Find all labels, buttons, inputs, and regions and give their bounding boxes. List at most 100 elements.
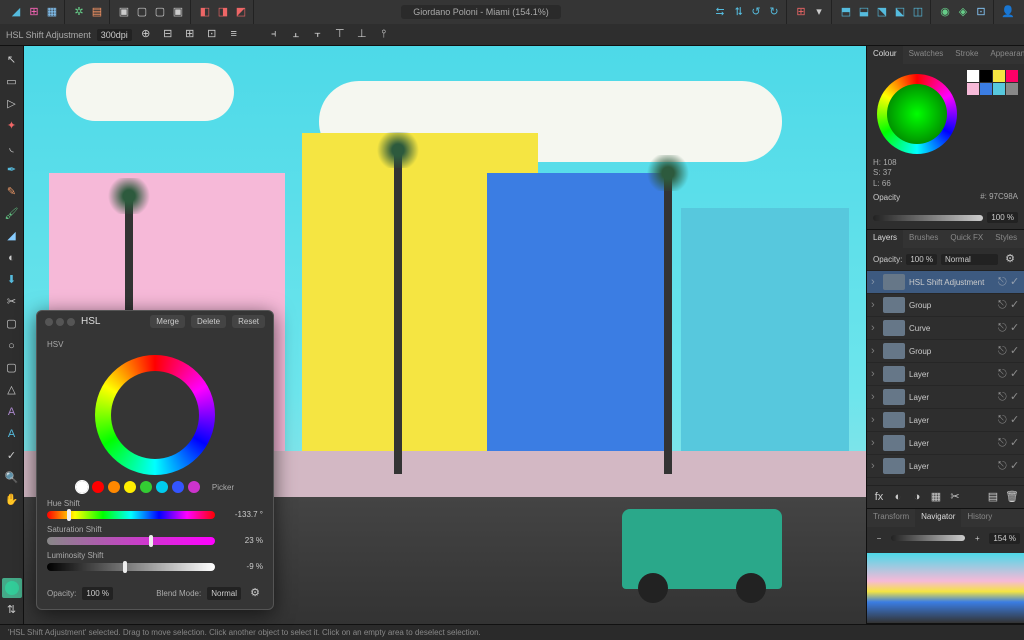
ctx-icon-2[interactable]: ⊟ [160,27,176,43]
lock-icon[interactable]: ⎋ [998,415,1008,425]
layer-delete-icon[interactable]: 🗑 [1004,489,1020,505]
swatch[interactable] [1006,83,1018,95]
chevron-right-icon[interactable]: › [871,415,879,426]
hsl-wheel[interactable] [95,355,215,475]
layer-row[interactable]: › Layer ⎋ ✓ [867,386,1024,409]
swatch[interactable] [980,70,992,82]
swatch[interactable] [967,70,979,82]
account-icon[interactable]: 👤 [1000,4,1016,20]
swatch[interactable] [993,83,1005,95]
move-tool[interactable]: ↖ [2,50,22,70]
layer-adjust-icon[interactable]: ◐ [890,489,906,505]
boolean-add-icon[interactable]: ⬒ [838,4,854,20]
lock-icon[interactable]: ⎋ [998,300,1008,310]
layer-row[interactable]: › HSL Shift Adjustment ⎋ ✓ [867,271,1024,294]
boolean-sub-icon[interactable]: ⬓ [856,4,872,20]
arrange-back-icon[interactable]: ▣ [116,4,132,20]
window-traffic-lights[interactable] [45,318,75,326]
layer-row[interactable]: › Layer ⎋ ✓ [867,409,1024,432]
prefs-icon[interactable]: ✲ [71,4,87,20]
tab-styles[interactable]: Styles [989,230,1023,248]
colour-well[interactable] [2,578,22,598]
swap-colours-icon[interactable]: ⇅ [2,600,22,620]
document-title[interactable]: Giordano Poloni - Miami (154.1%) [401,5,561,19]
ctx-align-1[interactable]: ⫞ [266,27,282,43]
boolean-xor-icon[interactable]: ⬕ [892,4,908,20]
hue-range-dot[interactable] [92,481,104,493]
tab-transform[interactable]: Transform [867,509,915,527]
align-center-icon[interactable]: ◨ [215,4,231,20]
fill-tool[interactable]: ◢ [2,226,22,246]
shape-polygon-tool[interactable]: △ [2,380,22,400]
opacity-value[interactable]: 100 % [987,212,1018,223]
persona-designer-icon[interactable]: ⊞ [26,4,42,20]
tab-colour[interactable]: Colour [867,46,903,64]
pen-tool[interactable]: ✒ [2,160,22,180]
place-tool[interactable]: ⬇ [2,270,22,290]
hue-slider[interactable] [47,511,215,519]
tab-swatches[interactable]: Swatches [903,46,950,64]
tab-layers[interactable]: Layers [867,230,903,248]
hue-range-dot[interactable] [76,481,88,493]
visibility-icon[interactable]: ✓ [1010,392,1020,402]
popup-opacity-value[interactable]: 100 % [82,587,113,600]
ctx-align-3[interactable]: ⫟ [310,27,326,43]
visibility-icon[interactable]: ✓ [1010,323,1020,333]
ctx-icon-1[interactable]: ⊕ [138,27,154,43]
ctx-align-6[interactable]: ⫯ [376,27,392,43]
app-logo-icon[interactable]: ◢ [8,4,24,20]
tab-appearance[interactable]: Appearance [984,46,1024,64]
swatch[interactable] [980,83,992,95]
hue-range-dot[interactable] [172,481,184,493]
hue-range-dot[interactable] [124,481,136,493]
layer-row[interactable]: › Layer ⎋ ✓ [867,455,1024,478]
visibility-icon[interactable]: ✓ [1010,438,1020,448]
gear-icon[interactable]: ⚙ [1002,251,1018,267]
opacity-slider[interactable] [873,215,983,221]
arrange-backward-icon[interactable]: ▢ [134,4,150,20]
swatch[interactable] [967,83,979,95]
chevron-right-icon[interactable]: › [871,392,879,403]
swatch[interactable] [1006,70,1018,82]
layer-row[interactable]: › Layer ⎋ ✓ [867,363,1024,386]
lum-slider[interactable] [47,563,215,571]
lock-icon[interactable]: ⎋ [998,461,1008,471]
zoom-out-icon[interactable]: − [871,530,887,546]
eyedropper-tool[interactable]: ✓ [2,446,22,466]
zoom-value[interactable]: 154 % [989,533,1020,544]
layer-row[interactable]: › Group ⎋ ✓ [867,340,1024,363]
chevron-right-icon[interactable]: › [871,323,879,334]
hand-tool[interactable]: ✋ [2,490,22,510]
context-dpi[interactable]: 300dpi [97,29,132,41]
artboard-tool[interactable]: ▭ [2,72,22,92]
boolean-int-icon[interactable]: ⬔ [874,4,890,20]
sat-slider[interactable] [47,537,215,545]
chevron-right-icon[interactable]: › [871,346,879,357]
layers-blend-value[interactable]: Normal [941,254,998,265]
chevron-right-icon[interactable]: › [871,461,879,472]
visibility-icon[interactable]: ✓ [1010,346,1020,356]
boolean-div-icon[interactable]: ◫ [910,4,926,20]
shape-rect-tool[interactable]: ▢ [2,314,22,334]
visibility-icon[interactable]: ✓ [1010,369,1020,379]
tab-stroke[interactable]: Stroke [949,46,984,64]
flip-h-icon[interactable]: ⮀ [712,4,728,20]
layers-opacity-value[interactable]: 100 % [906,254,937,265]
chevron-right-icon[interactable]: › [871,369,879,380]
visibility-icon[interactable]: ✓ [1010,461,1020,471]
tab-brushes[interactable]: Brushes [903,230,944,248]
delete-button[interactable]: Delete [191,315,226,328]
popup-blend-value[interactable]: Normal [207,587,241,600]
ctx-align-5[interactable]: ⊥ [354,27,370,43]
visibility-icon[interactable]: ✓ [1010,300,1020,310]
layer-add-icon[interactable]: ▤ [985,489,1001,505]
assets-icon[interactable]: ◈ [955,4,971,20]
chevron-right-icon[interactable]: › [871,438,879,449]
tab-history[interactable]: History [961,509,998,527]
hsl-mode-label[interactable]: HSV [47,340,263,349]
swatch[interactable] [993,70,1005,82]
rotate-ccw-icon[interactable]: ↺ [748,4,764,20]
ctx-align-4[interactable]: ⊤ [332,27,348,43]
zoom-tool[interactable]: 🔍 [2,468,22,488]
arrange-forward-icon[interactable]: ▢ [152,4,168,20]
